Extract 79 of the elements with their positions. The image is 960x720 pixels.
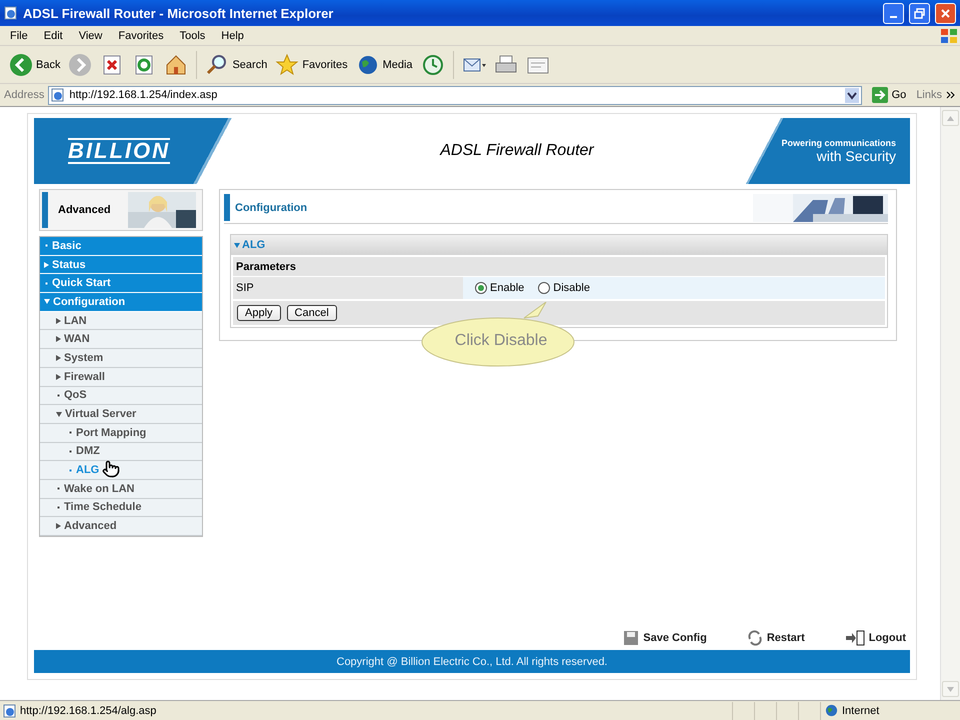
hand-cursor-icon [102,460,118,480]
sidebar-item[interactable]: WAN [40,330,202,350]
globe-icon [825,704,838,717]
caret-right-icon [44,262,49,268]
caret-right-icon [56,523,61,530]
minimize-button[interactable] [883,2,904,24]
page-icon [4,6,18,20]
caret-down-icon [234,242,240,248]
back-button[interactable]: Back [6,50,64,78]
menu-item[interactable]: Favorites [110,30,172,42]
zone-label: Internet [820,702,960,720]
arrow-right-icon [872,87,888,103]
sidebar-heading: Advanced [57,204,112,216]
menu-item[interactable]: Edit [36,30,71,42]
accent-bar [224,194,230,221]
minimize-icon [890,16,897,18]
sidebar-item[interactable]: Status [40,256,202,274]
window-title: ADSL Firewall Router - Microsoft Internet Explorer [23,6,334,20]
copyright-bar: Copyright @ Billion Electric Co., Ltd. All rights reserved. [34,650,910,673]
page-icon [3,704,17,718]
sidebar-item[interactable]: LAN [40,312,202,330]
save-link[interactable]: Save Config [623,630,707,646]
search-button[interactable]: Search [202,50,270,78]
address-field[interactable]: http://192.168.1.254/index.asp [48,86,862,104]
status-url: http://192.168.1.254/alg.asp [0,704,732,718]
menu-item[interactable]: View [70,30,110,42]
tagline: Powering communications [781,138,896,148]
logout-link[interactable]: Logout [844,630,906,646]
sidebar-item[interactable]: Advanced [40,517,202,536]
apply-button[interactable]: Apply [237,305,281,321]
page-icon [51,88,66,102]
caret-right-icon [56,374,61,380]
cancel-button[interactable]: Cancel [286,305,337,321]
panel-title: Configuration [235,202,308,214]
go-button[interactable]: Go [866,87,912,103]
subheading: Parameters [233,257,885,276]
caret-right-icon [56,336,61,342]
menu-item[interactable]: File [2,30,36,42]
home-icon [164,52,188,76]
sidebar-item[interactable]: Quick Start [40,274,202,294]
close-button[interactable] [935,2,956,24]
sidebar-item[interactable]: QoS [40,386,202,406]
sidebar-item[interactable]: Firewall [40,368,202,386]
media-button[interactable]: Media [352,50,416,78]
close-icon [940,8,951,18]
menu-item[interactable]: Help [213,30,252,42]
exit-door-icon [844,630,865,646]
floppy-icon [623,630,640,646]
sidebar-item[interactable]: Configuration [40,293,202,312]
restore-icon [914,8,925,18]
radio-option[interactable]: Enable [475,282,524,294]
star-icon [275,52,300,76]
field-label: SIP [233,277,463,299]
accent-bar [42,192,48,228]
logo: BILLION [68,138,170,164]
caret-down-icon [56,412,62,417]
banner-title: ADSL Firewall Router [438,142,596,160]
restore-button[interactable] [909,2,930,24]
cycle-arrows-icon [746,630,763,646]
caret-down-icon [44,299,50,304]
tagline: with Security [816,148,896,164]
favorites-button[interactable]: Favorites [272,50,351,78]
chevron-icon[interactable] [946,90,956,100]
sidebar-item[interactable]: Basic [40,237,202,256]
caret-right-icon [56,318,61,324]
radio-option[interactable]: Disable [538,282,590,294]
address-label: Address [4,89,44,101]
sidebar-item[interactable]: Virtual Server [40,405,202,424]
flag-icon [940,28,958,44]
clock-icon [420,52,445,76]
sidebar-item[interactable]: System [40,349,202,368]
sidebar-item[interactable]: Port Mapping [40,424,202,443]
caret-right-icon [56,354,61,361]
menu-item[interactable]: Tools [172,30,214,42]
sidebar-item[interactable]: Wake on LAN [40,480,202,499]
sidebar-item[interactable]: Time Schedule [40,498,202,518]
restart-link[interactable]: Restart [746,630,805,646]
links-label[interactable]: Links [916,89,942,101]
sidebar-item[interactable]: DMZ [40,442,202,462]
